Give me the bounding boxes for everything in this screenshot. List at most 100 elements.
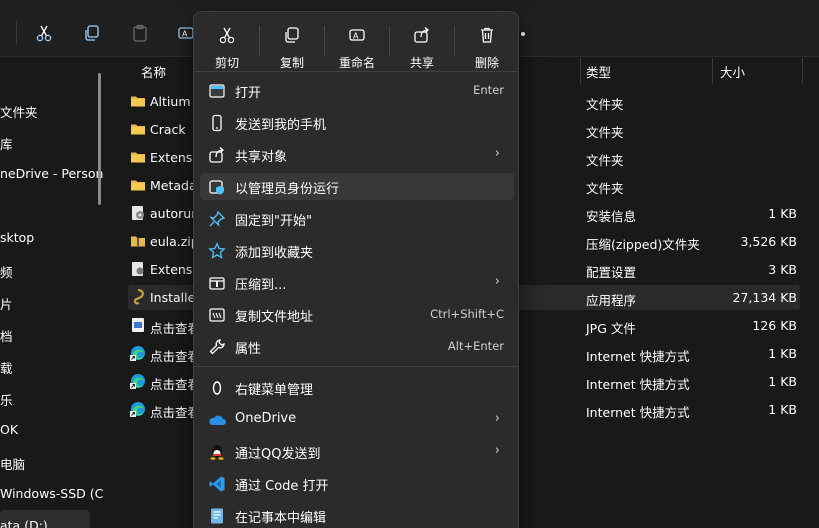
nav-item-this-pc[interactable]: 电脑	[0, 454, 25, 473]
qq-icon	[208, 443, 226, 461]
file-type: 安装信息	[586, 209, 637, 224]
menu-item-open[interactable]: 打开 Enter	[200, 77, 514, 104]
nav-item[interactable]: 库	[0, 134, 13, 153]
zip-icon	[208, 274, 226, 292]
file-type: Internet 快捷方式	[586, 405, 690, 420]
menu-item-share-with[interactable]: 共享对象 ›	[200, 141, 514, 168]
config-icon	[130, 261, 146, 277]
context-menu: 剪切 复制 A 重命名 共享 删除 打开 Enter 发送到我的手机 共享对象 …	[193, 11, 519, 528]
edge-icon	[130, 401, 146, 417]
copy-button[interactable]: 复制	[264, 20, 320, 70]
menu-item-label: 添加到收藏夹	[235, 246, 314, 261]
wrench-icon	[208, 338, 226, 356]
menu-item-label: 右键菜单管理	[235, 383, 314, 398]
rename-icon: A	[347, 25, 367, 45]
share-label: 共享	[409, 56, 434, 70]
folder-icon	[130, 121, 146, 137]
nav-item-music[interactable]: 乐	[0, 390, 13, 409]
quick-action-divider	[324, 26, 325, 56]
file-size: 27,134 KB	[732, 290, 797, 305]
file-name[interactable]: autorun	[150, 206, 199, 221]
menu-item-label: 打开	[235, 86, 262, 101]
delete-label: 删除	[474, 56, 499, 70]
sidebar-scrollbar[interactable]	[98, 73, 101, 205]
folder-icon	[130, 149, 146, 165]
menu-item-run-as-admin[interactable]: 以管理员身份运行	[200, 173, 514, 200]
file-size: 1 KB	[768, 374, 797, 389]
menu-item-label: 以管理员身份运行	[235, 182, 340, 197]
navigation-pane: 文件夹 库 neDrive - Person sktop 频 片 档 载 乐 O…	[0, 58, 103, 528]
file-name[interactable]: Altium	[150, 94, 191, 109]
menu-item-context-menu-manager[interactable]: 右键菜单管理	[200, 374, 514, 401]
nav-item[interactable]: 文件夹	[0, 102, 38, 121]
menu-item-compress-to[interactable]: 压缩到... ›	[200, 269, 514, 296]
file-type: JPG 文件	[586, 321, 636, 336]
copy-icon	[282, 25, 302, 45]
nav-item-ok[interactable]: OK	[0, 422, 18, 437]
setup-info-icon	[130, 205, 146, 221]
share-icon	[412, 25, 432, 45]
menu-item-label: 通过QQ发送到	[235, 447, 321, 462]
star-icon	[208, 242, 226, 260]
menu-item-shortcut: Alt+Enter	[447, 339, 504, 353]
file-name[interactable]: Crack	[150, 122, 186, 137]
file-type: 文件夹	[586, 125, 624, 140]
column-divider[interactable]	[580, 58, 581, 84]
edge-icon	[130, 345, 146, 361]
paste-icon[interactable]	[130, 23, 150, 43]
cut-icon[interactable]	[34, 23, 54, 43]
menu-item-onedrive[interactable]: OneDrive ›	[200, 406, 514, 433]
file-type: 文件夹	[586, 181, 624, 196]
menu-item-pin-to-start[interactable]: 固定到"开始"	[200, 205, 514, 232]
file-name[interactable]: eula.zip	[150, 234, 199, 249]
column-divider[interactable]	[712, 58, 713, 84]
cut-button[interactable]: 剪切	[199, 20, 255, 70]
menu-item-send-via-qq[interactable]: 通过QQ发送到 ›	[200, 438, 514, 465]
column-divider[interactable]	[802, 58, 803, 84]
menu-item-copy-as-path[interactable]: 复制文件地址 Ctrl+Shift+C	[200, 301, 514, 328]
column-header-size[interactable]: 大小	[720, 58, 745, 84]
column-header-name[interactable]: 名称	[141, 58, 166, 84]
file-type: 文件夹	[586, 153, 624, 168]
share-button[interactable]: 共享	[394, 20, 450, 70]
svg-text:A: A	[182, 30, 188, 39]
file-name[interactable]: Installe	[150, 290, 195, 305]
file-type: 压缩(zipped)文件夹	[586, 237, 700, 252]
nav-item-pictures[interactable]: 片	[0, 294, 13, 313]
notepad-icon	[208, 507, 226, 525]
menu-item-label: 在记事本中编辑	[235, 511, 327, 526]
more-options-icon[interactable]	[521, 32, 525, 36]
menu-item-shortcut: Enter	[473, 83, 504, 97]
nav-item-onedrive[interactable]: neDrive - Person	[0, 166, 103, 181]
file-type: 应用程序	[586, 293, 637, 308]
nav-item-documents[interactable]: 档	[0, 326, 13, 345]
nav-item-drive-d[interactable]: ata (D:)	[0, 518, 48, 528]
menu-item-shortcut: Ctrl+Shift+C	[430, 307, 504, 321]
menu-item-open-with-code[interactable]: 通过 Code 打开	[200, 470, 514, 497]
chevron-right-icon: ›	[494, 443, 500, 458]
explorer-window: A 文件夹 库 neDrive - Person sktop 频 片 档 载 乐…	[0, 0, 819, 528]
menu-item-edit-in-notepad[interactable]: 在记事本中编辑	[200, 502, 514, 528]
file-size: 1 KB	[768, 346, 797, 361]
menu-item-properties[interactable]: 属性 Alt+Enter	[200, 333, 514, 360]
cut-label: 剪切	[214, 56, 239, 70]
menu-item-label: 共享对象	[235, 150, 288, 165]
rename-label: 重命名	[338, 56, 375, 70]
app-icon	[130, 288, 146, 305]
svg-text:A: A	[353, 32, 359, 41]
copy-icon[interactable]	[82, 23, 102, 43]
menu-item-add-to-favorites[interactable]: 添加到收藏夹	[200, 237, 514, 264]
nav-item-videos[interactable]: 频	[0, 262, 13, 281]
rename-button[interactable]: A 重命名	[329, 20, 385, 70]
phone-icon	[208, 114, 226, 132]
column-header-type[interactable]: 类型	[586, 58, 611, 84]
nav-item-downloads[interactable]: 载	[0, 358, 13, 377]
nav-item-desktop[interactable]: sktop	[0, 230, 34, 245]
nav-item-drive-c[interactable]: Windows-SSD (C	[0, 486, 103, 501]
menu-item-send-to-phone[interactable]: 发送到我的手机	[200, 109, 514, 136]
copy-path-icon	[208, 306, 226, 324]
delete-button[interactable]: 删除	[459, 20, 515, 70]
menu-divider	[194, 71, 518, 72]
file-name[interactable]: Metada	[150, 178, 197, 193]
menu-item-label: 复制文件地址	[235, 310, 314, 325]
